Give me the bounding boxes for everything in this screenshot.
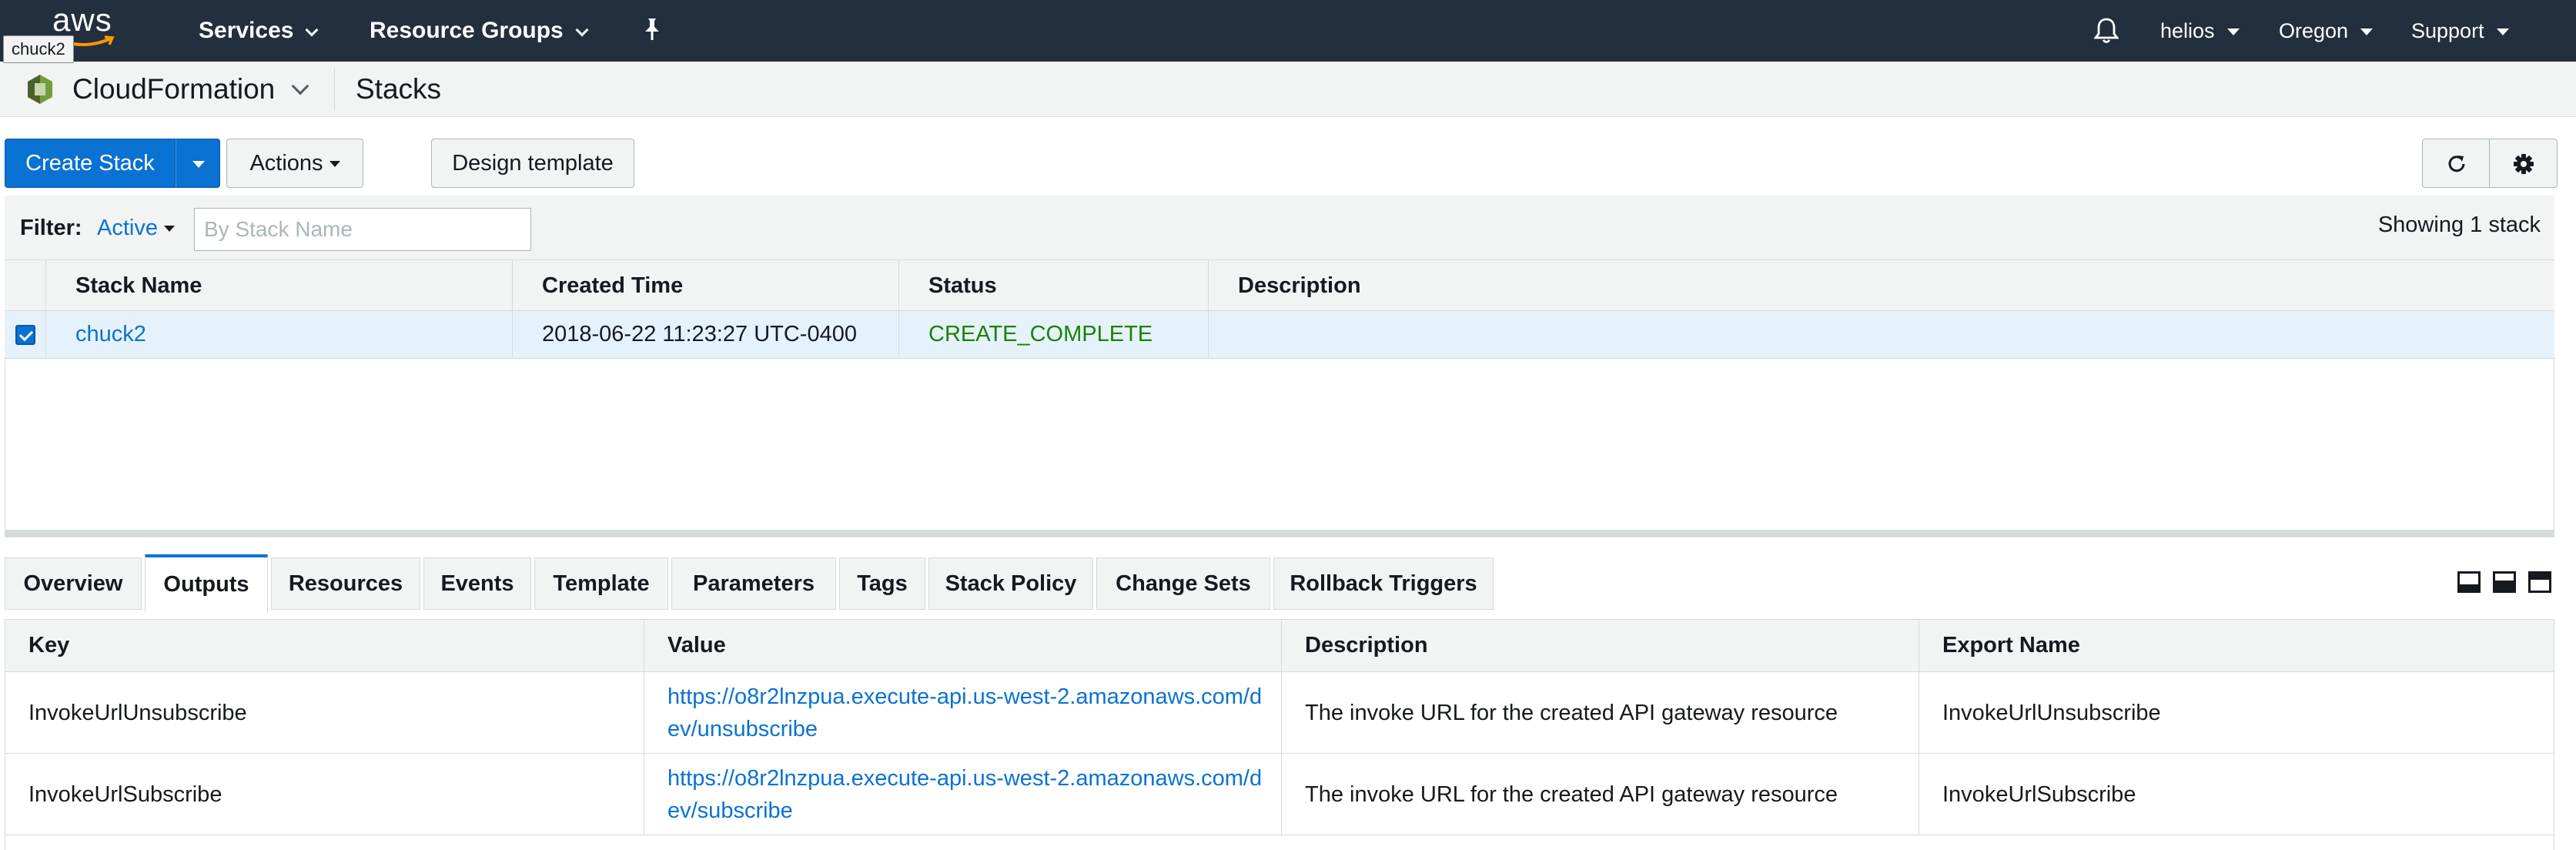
aws-logo-text: aws: [52, 2, 112, 38]
output-value-link[interactable]: https://o8r2lnzpua.execute-api.us-west-2…: [667, 681, 1281, 745]
stack-name-link[interactable]: chuck2: [46, 311, 513, 358]
filter-label: Filter:: [20, 216, 82, 240]
row-checkbox[interactable]: [15, 325, 35, 345]
tab-tags[interactable]: Tags: [839, 557, 925, 610]
column-header-description[interactable]: Description: [1282, 620, 1919, 671]
outputs-table: Key Value Description Export Name Invoke…: [5, 619, 2554, 850]
table-row: InvokeUrlSubscribe https://o8r2lnzpua.ex…: [5, 754, 2554, 835]
output-export-name-cell: InvokeUrlUnsubscribe: [1919, 672, 2554, 753]
caret-down-icon: [2496, 28, 2509, 36]
refresh-button[interactable]: [2422, 139, 2490, 188]
output-key: InvokeUrlUnsubscribe: [28, 700, 247, 725]
tab-parameters[interactable]: Parameters: [671, 557, 836, 610]
tab-rollback-triggers[interactable]: Rollback Triggers: [1273, 557, 1494, 610]
output-description: The invoke URL for the created API gatew…: [1305, 781, 1838, 807]
detail-tabs: Overview Outputs Resources Events Templa…: [5, 554, 2554, 613]
resource-groups-menu[interactable]: Resource Groups: [370, 0, 589, 62]
stack-name-search-input[interactable]: [194, 208, 531, 251]
refresh-icon: [2448, 156, 2465, 172]
column-header-value[interactable]: Value: [644, 620, 1282, 671]
filter-status-dropdown[interactable]: Active: [97, 196, 175, 260]
tab-overview[interactable]: Overview: [5, 557, 142, 610]
column-header-key[interactable]: Key: [5, 620, 644, 671]
tab-events[interactable]: Events: [423, 557, 531, 610]
caret-down-icon: [163, 226, 175, 233]
pane-size-medium-icon[interactable]: [2493, 571, 2516, 593]
tab-template[interactable]: Template: [534, 557, 668, 610]
tab-change-sets[interactable]: Change Sets: [1096, 557, 1270, 610]
region-label: Oregon: [2279, 19, 2349, 42]
output-key: InvokeUrlSubscribe: [28, 781, 222, 807]
bell-icon[interactable]: [2094, 17, 2119, 45]
column-header-description[interactable]: Description: [1209, 260, 2554, 310]
region-menu[interactable]: Oregon: [2279, 0, 2374, 62]
settings-button[interactable]: [2490, 139, 2558, 188]
cloudformation-icon: [28, 75, 52, 104]
output-export-name: InvokeUrlUnsubscribe: [1942, 700, 2161, 725]
column-header-stack-name[interactable]: Stack Name: [46, 260, 513, 310]
panel-resize-handle[interactable]: [5, 530, 2554, 537]
filter-status-value: Active: [97, 216, 158, 240]
created-time-cell: 2018-06-22 11:23:27 UTC-0400: [513, 311, 899, 358]
design-template-button[interactable]: Design template: [431, 139, 634, 188]
output-key-cell: InvokeUrlSubscribe: [5, 754, 644, 835]
output-export-name: InvokeUrlSubscribe: [1942, 781, 2136, 807]
select-column-header: [5, 260, 46, 310]
gear-icon: [2514, 154, 2534, 174]
column-header-created-time[interactable]: Created Time: [513, 260, 899, 310]
chevron-down-icon: [575, 23, 589, 37]
account-menu[interactable]: helios: [2160, 0, 2240, 62]
column-header-status[interactable]: Status: [899, 260, 1209, 310]
outputs-table-header: Key Value Description Export Name: [5, 620, 2554, 672]
account-label: helios: [2160, 19, 2215, 42]
stacks-table-header: Stack Name Created Time Status Descripti…: [5, 260, 2554, 311]
header-divider: [334, 68, 335, 111]
support-label: Support: [2411, 19, 2484, 42]
output-description-cell: The invoke URL for the created API gatew…: [1282, 754, 1919, 835]
pane-size-small-icon[interactable]: [2457, 571, 2481, 593]
column-header-export-name[interactable]: Export Name: [1919, 620, 2554, 671]
support-menu[interactable]: Support: [2411, 0, 2509, 62]
services-label: Services: [199, 18, 294, 43]
output-key-cell: InvokeUrlUnsubscribe: [5, 672, 644, 753]
output-value-cell: https://o8r2lnzpua.execute-api.us-west-2…: [644, 672, 1282, 753]
caret-down-icon: [2360, 28, 2374, 36]
table-row[interactable]: chuck2 2018-06-22 11:23:27 UTC-0400 CREA…: [5, 311, 2554, 359]
description-cell: [1209, 311, 2554, 358]
pin-icon[interactable]: [641, 17, 664, 42]
caret-down-icon: [192, 161, 205, 168]
chevron-down-icon: [305, 23, 319, 37]
tab-outputs[interactable]: Outputs: [145, 554, 268, 613]
resource-groups-label: Resource Groups: [370, 18, 564, 43]
actions-label: Actions: [249, 151, 323, 176]
create-stack-dropdown-button[interactable]: [176, 139, 220, 188]
row-select-cell[interactable]: [5, 311, 46, 358]
top-navigation-bar: aws Services Resource Groups helios Oreg…: [0, 0, 2576, 62]
caret-down-icon: [329, 161, 340, 168]
output-description-cell: The invoke URL for the created API gatew…: [1282, 672, 1919, 753]
tooltip: chuck2: [3, 35, 74, 63]
create-stack-button[interactable]: Create Stack: [5, 139, 176, 188]
services-menu[interactable]: Services: [199, 0, 319, 62]
page-title: Stacks: [356, 73, 442, 105]
caret-down-icon: [2226, 28, 2240, 36]
tab-stack-policy[interactable]: Stack Policy: [928, 557, 1093, 610]
pane-size-large-icon[interactable]: [2528, 571, 2551, 593]
tab-resources[interactable]: Resources: [271, 557, 420, 610]
status-cell: CREATE_COMPLETE: [899, 311, 1209, 358]
actions-button[interactable]: Actions: [226, 139, 363, 188]
showing-count: Showing 1 stack: [2377, 212, 2541, 237]
service-name[interactable]: CloudFormation: [72, 62, 275, 117]
output-value-cell: https://o8r2lnzpua.execute-api.us-west-2…: [644, 754, 1282, 835]
table-row: InvokeUrlUnsubscribe https://o8r2lnzpua.…: [5, 672, 2554, 754]
output-export-name-cell: InvokeUrlSubscribe: [1919, 754, 2554, 835]
output-value-link[interactable]: https://o8r2lnzpua.execute-api.us-west-2…: [667, 762, 1281, 827]
output-description: The invoke URL for the created API gatew…: [1305, 700, 1838, 725]
